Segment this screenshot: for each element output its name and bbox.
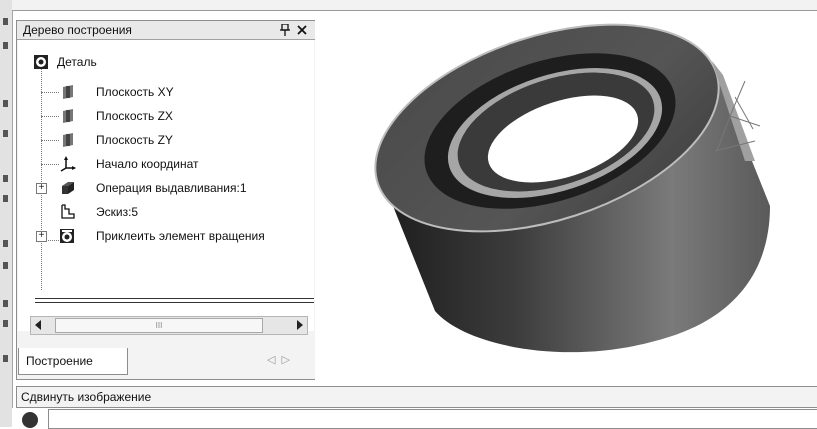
close-icon[interactable] (297, 25, 307, 35)
tool-icon[interactable] (3, 175, 8, 182)
tool-icon[interactable] (3, 130, 8, 137)
tool-icon[interactable] (3, 240, 8, 247)
pin-icon[interactable] (280, 24, 290, 36)
tree-item-label: Приклеить элемент вращения (96, 229, 265, 243)
tree-horizontal-scrollbar[interactable]: III (30, 316, 308, 335)
tree-item-part[interactable]: Деталь (18, 53, 308, 71)
tree-item-plane-xy[interactable]: Плоскость XY (18, 83, 308, 101)
tree-item-plane-zy[interactable]: Плоскость ZY (18, 131, 308, 149)
tree-item-label: Плоскость ZX (96, 109, 173, 123)
expand-plus-icon[interactable]: + (36, 231, 47, 242)
top-border (12, 0, 817, 11)
plane-icon (63, 133, 73, 147)
panel-title: Дерево построения (23, 23, 132, 37)
scroll-right-arrow-icon[interactable] (297, 320, 303, 330)
construction-tree: Деталь Плоскость XY Плоскость ZX Плоскос… (18, 40, 314, 331)
tab-construction[interactable]: Построение (18, 348, 128, 375)
status-text: Сдвинуть изображение (21, 390, 152, 404)
tree-item-origin[interactable]: Начало координат (18, 155, 308, 173)
command-input[interactable] (48, 409, 817, 429)
tool-icon[interactable] (3, 300, 8, 307)
scroll-thumb[interactable]: III (55, 318, 263, 333)
tree-item-label: Операция выдавливания:1 (96, 181, 247, 195)
command-icon[interactable] (22, 412, 38, 428)
tool-icon[interactable] (3, 195, 8, 202)
ring-model-3d (374, 23, 770, 353)
expand-plus-icon[interactable]: + (36, 183, 47, 194)
part-icon (34, 55, 48, 69)
command-row (12, 408, 817, 429)
tree-item-sketch[interactable]: Эскиз:5 (18, 203, 308, 221)
tree-item-label: Эскиз:5 (96, 205, 139, 219)
tree-item-label: Деталь (57, 55, 97, 69)
tool-icon[interactable] (3, 320, 8, 327)
tree-item-revolve[interactable]: + Приклеить элемент вращения (18, 227, 314, 245)
tab-scroll-arrows-icon[interactable]: ◁▷ (267, 353, 296, 366)
tree-item-label: Начало координат (96, 157, 199, 171)
tool-icon[interactable] (3, 100, 8, 107)
construction-tree-panel: Дерево построения Деталь Плоскость XY Пл… (16, 20, 316, 380)
plane-icon (63, 85, 73, 99)
sketch-icon (61, 204, 75, 219)
plane-icon (63, 109, 73, 123)
model-viewport[interactable] (315, 11, 817, 381)
tool-icon[interactable] (3, 42, 8, 49)
left-tool-strip (0, 0, 13, 427)
tool-icon[interactable] (3, 355, 8, 362)
tool-icon[interactable] (3, 18, 8, 25)
tree-item-separator (35, 298, 314, 303)
scroll-left-arrow-icon[interactable] (35, 320, 41, 330)
status-bar: Сдвинуть изображение (16, 386, 817, 408)
panel-header: Дерево построения (17, 21, 315, 40)
extrude-icon (62, 182, 74, 194)
tree-item-label: Плоскость XY (96, 85, 174, 99)
revolve-icon (60, 229, 74, 243)
tab-label: Построение (26, 354, 93, 368)
origin-axes-icon (60, 156, 76, 172)
tree-item-label: Плоскость ZY (96, 133, 173, 147)
tool-icon[interactable] (3, 262, 8, 269)
tree-item-plane-zx[interactable]: Плоскость ZX (18, 107, 308, 125)
tree-item-extrusion[interactable]: + Операция выдавливания:1 (18, 179, 308, 197)
